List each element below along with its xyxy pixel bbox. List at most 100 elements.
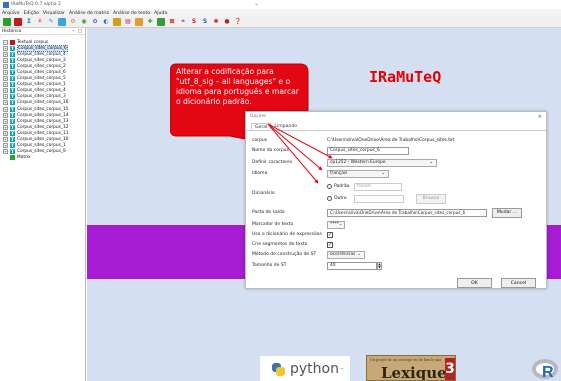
tree-item-label: Corpus_sites_corpus_15 bbox=[17, 106, 69, 112]
history-panel: Histórico – □ − Textual corpus + T Corpus_… bbox=[0, 28, 86, 381]
text-corpus-icon: T bbox=[10, 112, 15, 118]
radio-default[interactable] bbox=[327, 184, 332, 189]
size-spinner[interactable]: ▲ ▼ bbox=[377, 261, 382, 270]
output-label: Pasta de saída bbox=[252, 210, 285, 215]
seg-checkbox[interactable]: ✓ bbox=[327, 241, 333, 248]
graph-icon[interactable]: ⚘ bbox=[36, 18, 44, 26]
frequency-icon[interactable] bbox=[135, 18, 143, 26]
window-title: IRaMuTeQ 0.7 alpha 2 bbox=[11, 2, 61, 7]
change-button[interactable]: Mudar ... bbox=[492, 207, 522, 218]
text-corpus-icon: T bbox=[10, 106, 15, 112]
chart-icon[interactable] bbox=[113, 18, 121, 26]
text-corpus-icon: T bbox=[10, 143, 15, 149]
menu-analise-matriz[interactable]: Análise de matriz bbox=[69, 11, 109, 16]
close-icon[interactable]: × bbox=[538, 114, 542, 120]
expand-icon[interactable]: + bbox=[3, 82, 8, 88]
open-matrix-icon[interactable] bbox=[14, 18, 22, 26]
analysis-icon[interactable]: Σ bbox=[25, 18, 33, 26]
browse-button[interactable]: Browse bbox=[416, 193, 446, 204]
chevron-down-icon[interactable]: ⌄ bbox=[254, 0, 259, 7]
tree-item-label: Corpus_sites_corpus_13 bbox=[17, 118, 69, 124]
expr-checkbox[interactable]: ✓ bbox=[327, 231, 333, 238]
expand-icon[interactable]: + bbox=[3, 45, 8, 51]
expand-icon[interactable]: + bbox=[3, 57, 8, 63]
menu-edicao[interactable]: Edição bbox=[24, 11, 39, 16]
cancel-button[interactable]: Cancel bbox=[501, 278, 536, 288]
expand-icon[interactable]: + bbox=[3, 70, 8, 76]
text-corpus-icon: T bbox=[10, 137, 15, 143]
collapse-icon[interactable]: − bbox=[3, 39, 8, 45]
size-input[interactable]: 40 bbox=[327, 261, 377, 270]
expand-icon[interactable]: + bbox=[3, 143, 8, 149]
language-select[interactable]: français ⌄ bbox=[327, 169, 389, 178]
menu-visualizar[interactable]: Visualizar bbox=[43, 11, 65, 16]
tab-geral[interactable]: Geral bbox=[251, 123, 272, 130]
expand-icon[interactable]: + bbox=[3, 118, 8, 124]
language-label: Idioma bbox=[252, 171, 268, 176]
chevron-down-icon: ⌄ bbox=[381, 171, 385, 176]
similarity-icon[interactable]: ◉ bbox=[80, 18, 88, 26]
dictionary-label: Dicionário bbox=[252, 190, 275, 196]
chevron-down-icon: ⌄ bbox=[429, 160, 433, 165]
expand-icon[interactable]: + bbox=[3, 63, 8, 69]
words-icon[interactable]: ✎ bbox=[47, 18, 55, 26]
cloud-icon[interactable]: ✿ bbox=[91, 18, 99, 26]
tab-limpando[interactable]: Limpando bbox=[271, 123, 300, 130]
menu-arquivo[interactable]: Arquivo bbox=[2, 11, 20, 16]
text-corpus-icon: T bbox=[10, 70, 15, 76]
expand-icon[interactable]: + bbox=[3, 100, 8, 106]
ok-button[interactable]: OK bbox=[457, 278, 492, 288]
corpus-label: corpus bbox=[252, 138, 268, 143]
corpus-name-input[interactable]: Corpus_sites_corpus_6 bbox=[327, 146, 409, 155]
radio-other[interactable] bbox=[327, 196, 332, 201]
expand-icon[interactable]: + bbox=[3, 137, 8, 143]
radio-other-label: Outro bbox=[334, 196, 347, 201]
expand-icon[interactable]: + bbox=[3, 76, 8, 82]
tree-item-label: Corpus_sites_corpus_12 bbox=[17, 124, 69, 130]
s-blue-icon[interactable]: S bbox=[201, 18, 209, 26]
network-icon[interactable]: ✚ bbox=[146, 18, 154, 26]
expand-icon[interactable]: + bbox=[3, 124, 8, 130]
tree-item-label: Corpus_sites_corpus_14 bbox=[17, 112, 69, 118]
expand-icon[interactable]: + bbox=[3, 149, 8, 155]
lexique-number: 3 bbox=[445, 358, 455, 380]
expand-icon[interactable]: + bbox=[3, 112, 8, 118]
panel-controls[interactable]: – □ bbox=[72, 29, 83, 34]
tree-matrix[interactable]: Matrix bbox=[0, 155, 85, 161]
lexique-logo: Un projet de un ouvrage en de lien le pa… bbox=[366, 355, 456, 381]
marker-row: Marcador de texto **** ⌄ bbox=[252, 220, 542, 229]
method-select[interactable]: ocorrências ⌄ bbox=[327, 250, 365, 259]
chi2-icon[interactable]: ⊠ bbox=[168, 18, 176, 26]
marker-label: Marcador de texto bbox=[252, 222, 294, 227]
marker-select[interactable]: **** ⌄ bbox=[327, 220, 345, 229]
expand-icon[interactable]: + bbox=[3, 106, 8, 112]
help-icon[interactable]: ❓ bbox=[234, 18, 242, 26]
marker-value: **** bbox=[330, 222, 339, 227]
tree-icon[interactable]: ⚭ bbox=[179, 18, 187, 26]
labbe-icon[interactable]: ▤ bbox=[124, 18, 132, 26]
s-icon[interactable]: S bbox=[190, 18, 198, 26]
prototype-icon[interactable]: ◐ bbox=[102, 18, 110, 26]
svg-text:R: R bbox=[542, 364, 554, 381]
seg-label: Crie segmentos de texto bbox=[252, 242, 308, 247]
corpus-path: C:\Users\silva\OneDrive\Área de Trabalho… bbox=[327, 138, 455, 143]
dendrogram-icon[interactable]: ⚙ bbox=[69, 18, 77, 26]
menu-analise-texto[interactable]: Análise de texto bbox=[113, 11, 150, 16]
open-corpus-icon[interactable] bbox=[3, 18, 11, 26]
expr-row: Uso o dicionário de expressões ✓ bbox=[252, 230, 542, 239]
text-corpus-icon: T bbox=[10, 63, 15, 69]
expand-icon[interactable]: + bbox=[3, 130, 8, 136]
expand-icon[interactable]: + bbox=[3, 51, 8, 57]
output-path-input[interactable]: C:\Users\silva\OneDrive\Área de Trabalho… bbox=[327, 208, 487, 217]
star-icon[interactable]: ✱ bbox=[212, 18, 220, 26]
expand-icon[interactable]: + bbox=[3, 88, 8, 94]
table-icon[interactable] bbox=[157, 18, 165, 26]
menu-ajuda[interactable]: Ajuda bbox=[154, 11, 167, 16]
dictionary-row: Dicionário Padrão french Outro Browse bbox=[252, 182, 542, 204]
text-corpus-icon: T bbox=[10, 124, 15, 130]
stop-icon[interactable]: ● bbox=[223, 18, 231, 26]
tree-item-label: Corpus_sites_corpus_9 bbox=[17, 149, 66, 155]
expand-icon[interactable]: + bbox=[3, 94, 8, 100]
stats-icon[interactable] bbox=[58, 18, 66, 26]
charset-select[interactable]: cp1252 - Western Europe ⌄ bbox=[327, 158, 437, 167]
